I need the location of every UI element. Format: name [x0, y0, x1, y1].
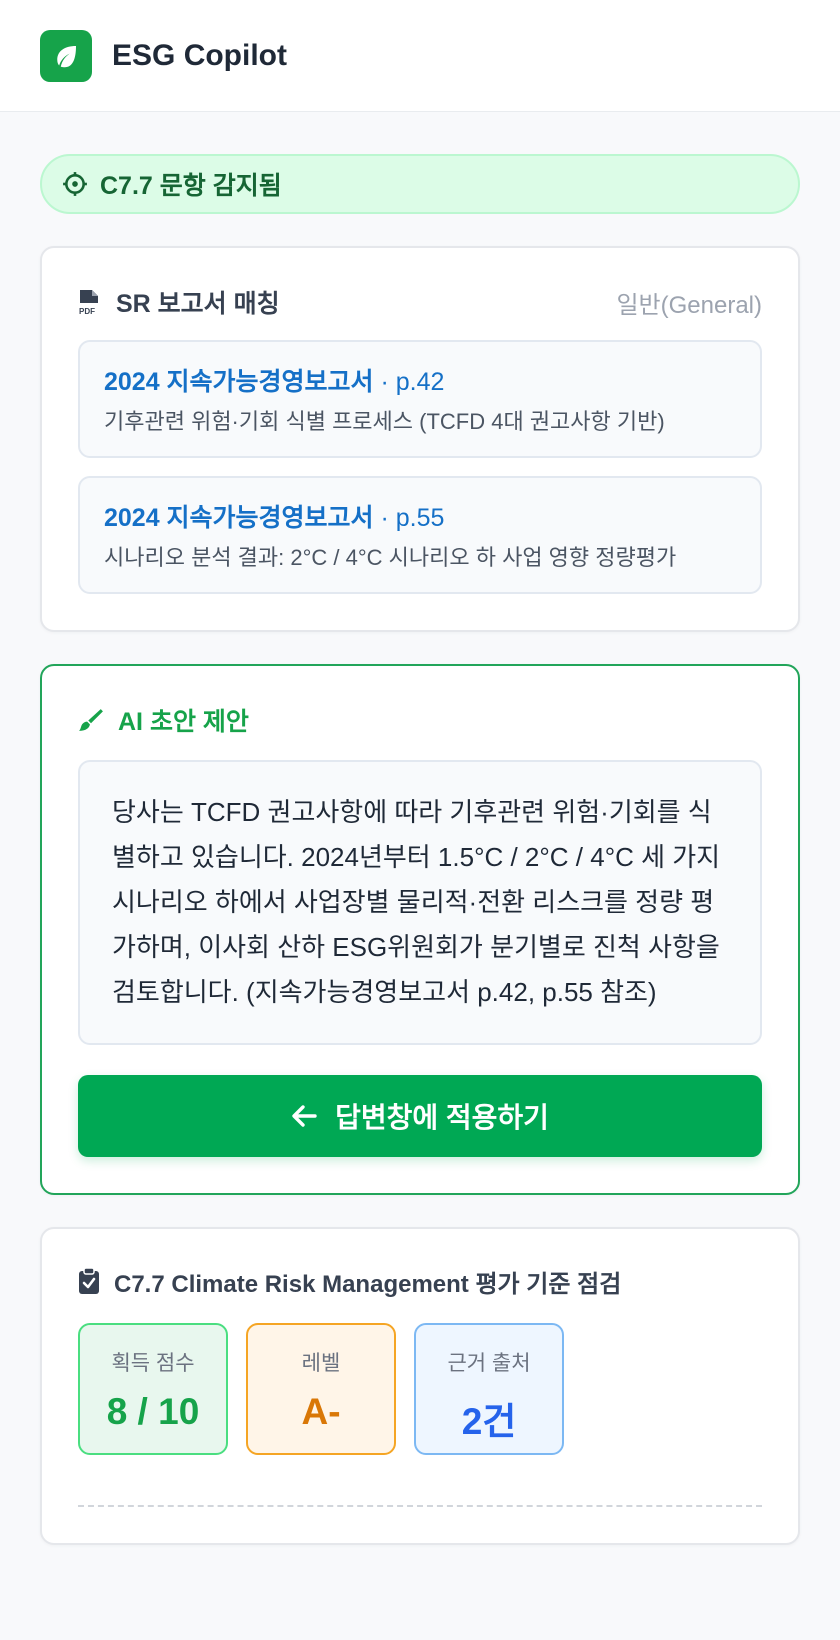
- report-name: 2024 지속가능경영보고서: [104, 504, 374, 532]
- apply-button-label: 답변창에 적용하기: [335, 1102, 549, 1133]
- ai-draft-text[interactable]: 당사는 TCFD 권고사항에 따라 기후관련 위험·기회를 식별하고 있습니다.…: [78, 760, 762, 1045]
- score-metric: 획득 점수 8 / 10: [78, 1323, 228, 1455]
- app-title: ESG Copilot: [112, 38, 287, 72]
- target-icon: [63, 172, 87, 196]
- metric-label: 레벨: [301, 1352, 341, 1375]
- report-match-title[interactable]: 2024 지속가능경영보고서 · p.55: [104, 498, 736, 534]
- metric-value: A-: [301, 1391, 341, 1432]
- report-match-desc: 기후관련 위험·기회 식별 프로세스 (TCFD 4대 권고사항 기반): [104, 409, 665, 434]
- arrow-left-icon: [292, 1105, 317, 1127]
- metric-value: 2건: [461, 1401, 517, 1442]
- ai-card-title: AI 초안 제안: [118, 708, 249, 736]
- report-match-item[interactable]: 2024 지속가능경영보고서 · p.55 시나리오 분석 결과: 2°C / …: [78, 476, 762, 594]
- report-page: · p.42: [373, 368, 445, 396]
- report-match-desc: 시나리오 분석 결과: 2°C / 4°C 시나리오 하 사업 영향 정량평가: [104, 545, 677, 570]
- apply-to-answer-button[interactable]: 답변창에 적용하기: [78, 1075, 762, 1157]
- main-panel: C7.7 문항 감지됨 PDF SR 보고서 매칭 일반(General) 20…: [0, 112, 840, 1545]
- ai-draft-card: AI 초안 제안 당사는 TCFD 권고사항에 따라 기후관련 위험·기회를 식…: [40, 664, 800, 1195]
- ai-card-header: AI 초안 제안: [78, 700, 762, 740]
- leaf-icon: [40, 29, 92, 82]
- report-match-item[interactable]: 2024 지속가능경영보고서 · p.42 기후관련 위험·기회 식별 프로세스…: [78, 340, 762, 458]
- metric-value: 8 / 10: [106, 1391, 200, 1432]
- evaluation-criteria-card: C7.7 Climate Risk Management 평가 기준 점검 획득…: [40, 1227, 800, 1545]
- sr-report-match-card: PDF SR 보고서 매칭 일반(General) 2024 지속가능경영보고서…: [40, 246, 800, 632]
- eval-card-title: C7.7 Climate Risk Management 평가 기준 점검: [114, 1270, 622, 1298]
- pdf-file-icon: PDF: [79, 290, 98, 316]
- metric-label: 획득 점수: [111, 1352, 195, 1375]
- sr-card-title: SR 보고서 매칭: [116, 290, 280, 318]
- metric-label: 근거 출처: [447, 1352, 531, 1375]
- paintbrush-icon: [79, 709, 103, 731]
- category-tag: 일반(General): [616, 291, 762, 319]
- question-detected-banner: C7.7 문항 감지됨: [40, 154, 800, 214]
- app-header: ESG Copilot: [0, 0, 840, 112]
- level-metric: 레벨 A-: [246, 1323, 396, 1455]
- source-count-metric: 근거 출처 2건: [414, 1323, 564, 1455]
- detected-text: C7.7 문항 감지됨: [100, 172, 282, 200]
- metrics-row: 획득 점수 8 / 10 레벨 A- 근거 출처 2건: [78, 1323, 762, 1455]
- sr-card-header: PDF SR 보고서 매칭 일반(General): [78, 282, 762, 322]
- svg-text:PDF: PDF: [79, 307, 95, 316]
- clipboard-check-icon: [79, 1267, 99, 1294]
- eval-card-header: C7.7 Climate Risk Management 평가 기준 점검: [78, 1261, 762, 1301]
- report-match-title[interactable]: 2024 지속가능경영보고서 · p.42: [104, 362, 736, 398]
- report-name: 2024 지속가능경영보고서: [104, 368, 374, 396]
- report-page: · p.55: [373, 504, 445, 532]
- section-divider: [78, 1505, 762, 1507]
